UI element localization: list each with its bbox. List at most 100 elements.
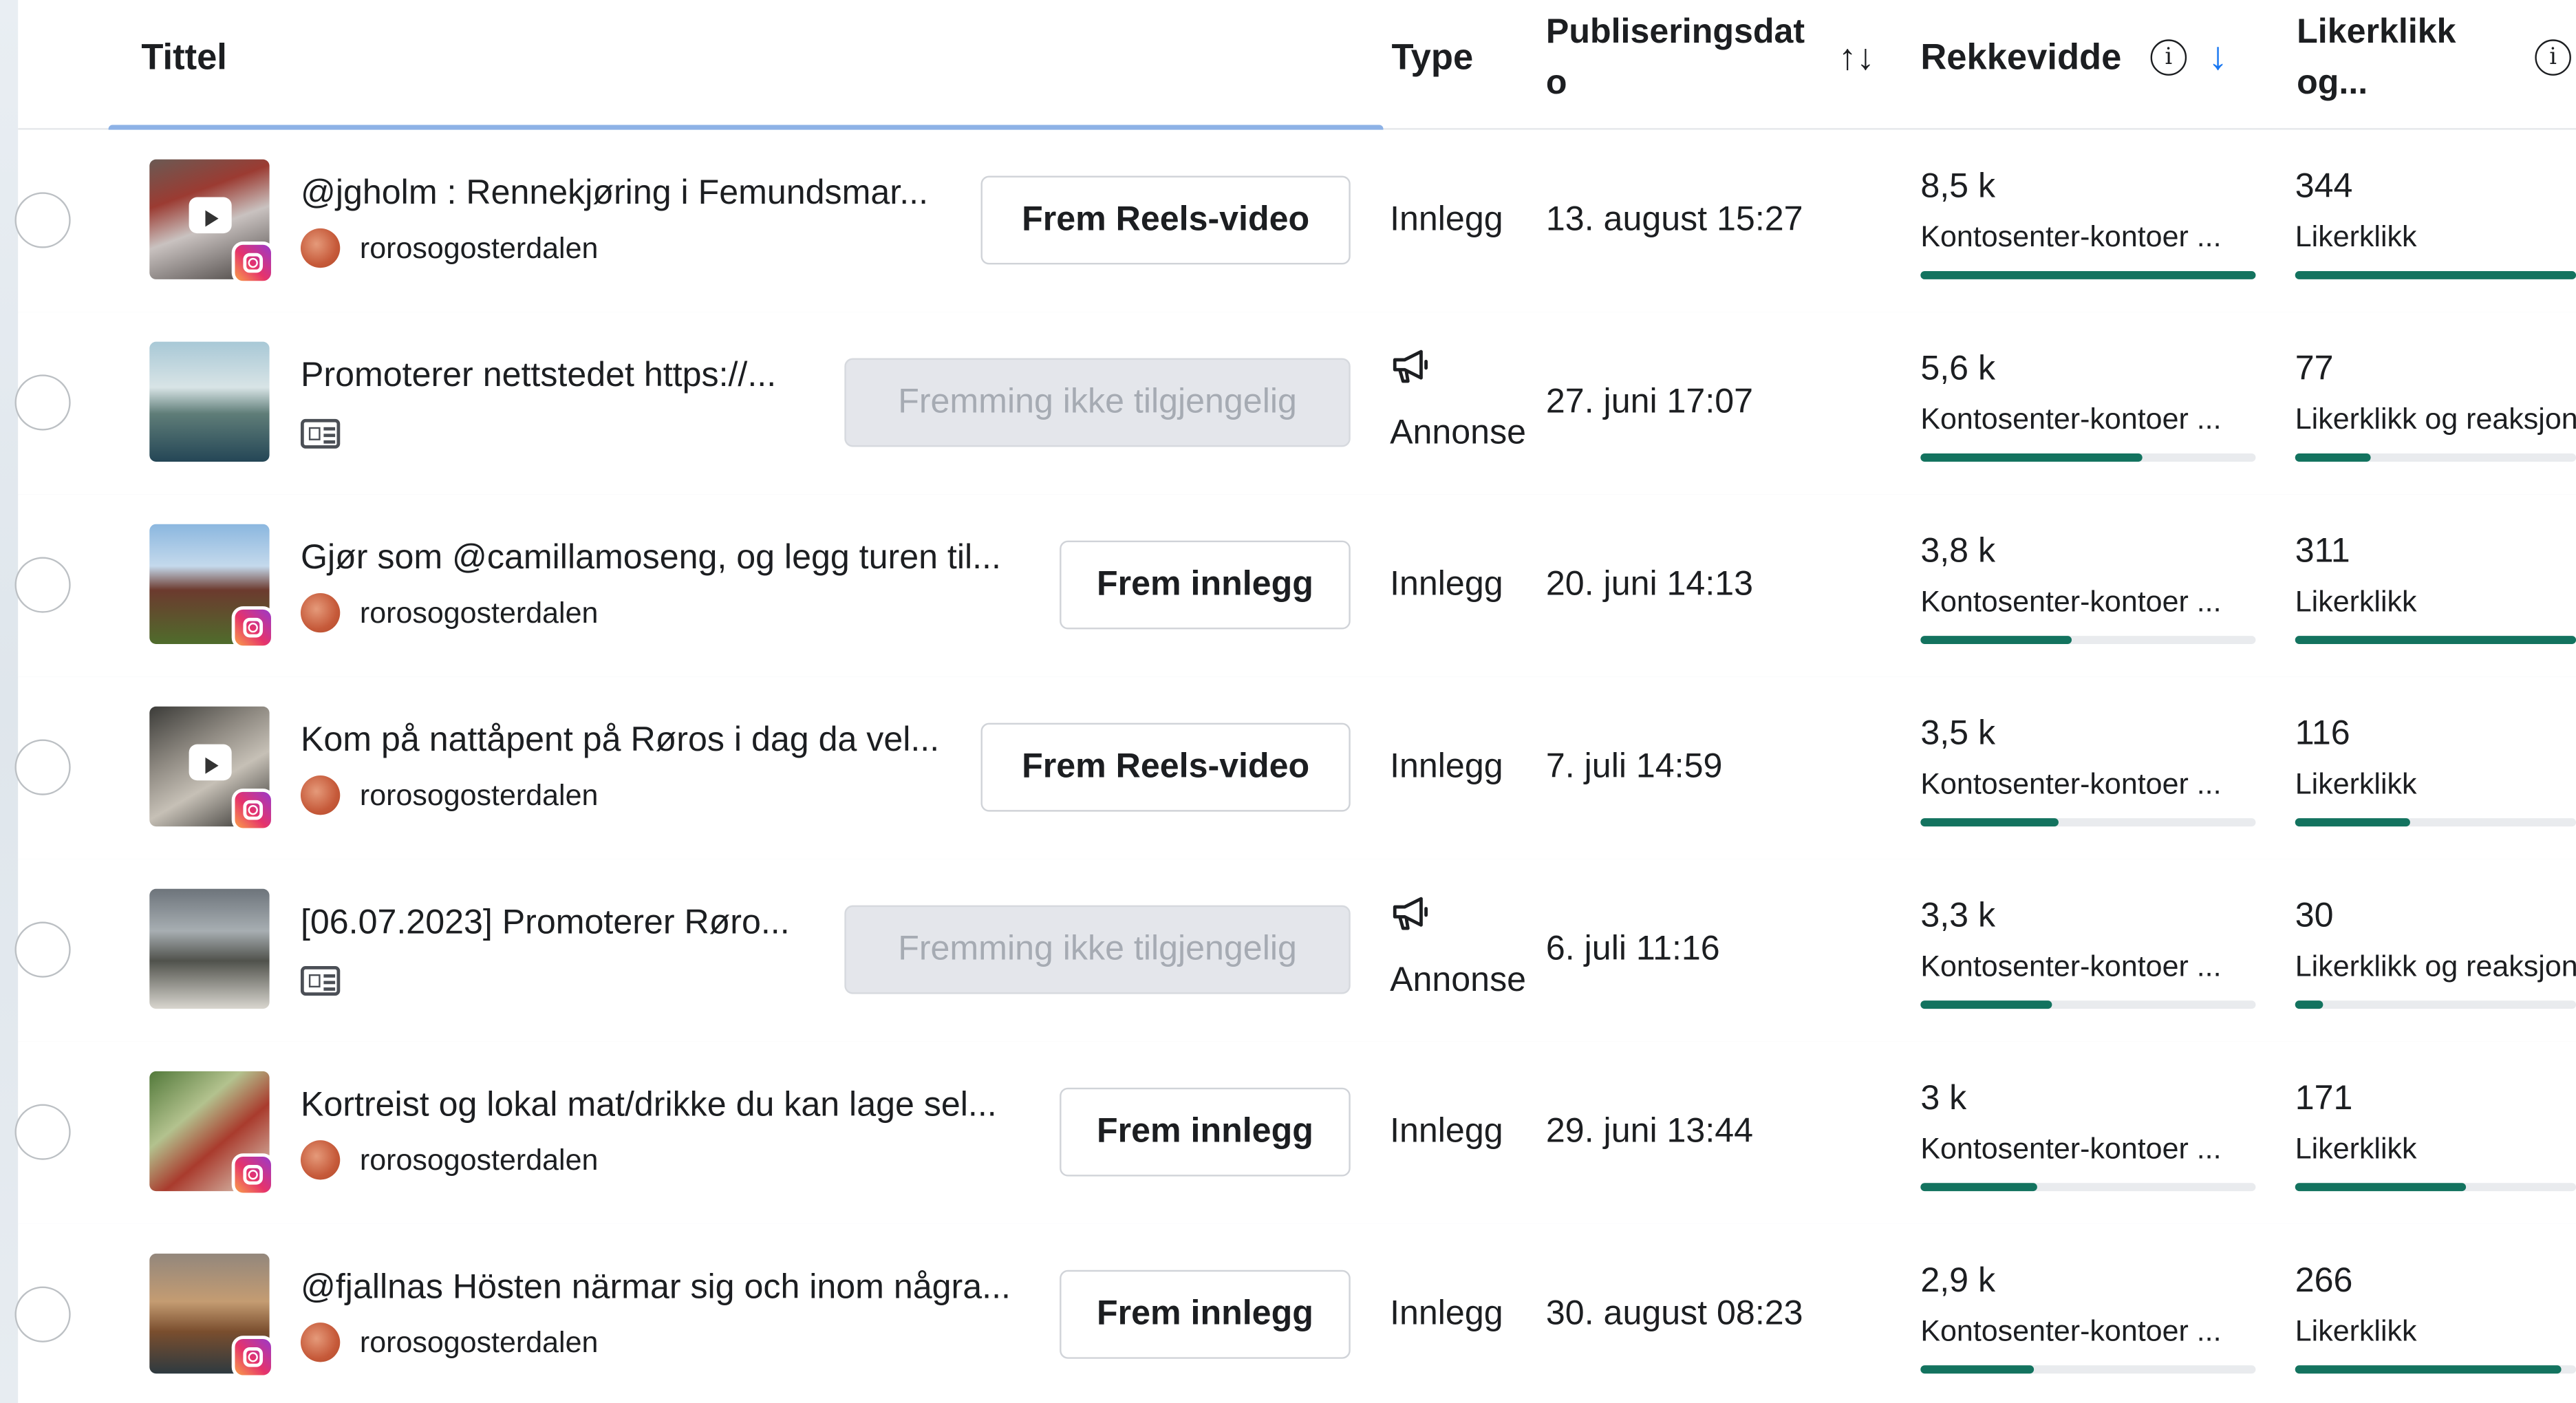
- ad-preview-icon: [300, 418, 341, 449]
- account-name: rorosogosterdalen: [359, 596, 599, 630]
- likes-bar-fill: [2295, 453, 2371, 462]
- header-date-line1[interactable]: Publiseringsdat: [1546, 8, 1805, 58]
- boost-button[interactable]: Frem innlegg: [1060, 1270, 1351, 1359]
- reach-subtitle: Kontosenter-kontoer ...: [1920, 1314, 2222, 1347]
- publish-date: 6. juli 11:16: [1545, 930, 1720, 968]
- reach-bar-fill: [1920, 818, 2059, 827]
- reach-bar-track: [1920, 1000, 2256, 1009]
- reach-subtitle: Kontosenter-kontoer ...: [1920, 1132, 2222, 1165]
- likes-subtitle: Likerklikk og reaksjoner: [2295, 403, 2576, 436]
- info-icon[interactable]: i: [2535, 39, 2571, 76]
- likes-bar-track: [2295, 1365, 2576, 1374]
- post-title[interactable]: Gjør som @camillamoseng, og legg turen t…: [301, 535, 1001, 581]
- instagram-icon: [231, 1336, 275, 1379]
- table-row[interactable]: Kom på nattåpent på Røros i dag da vel..…: [14, 676, 2576, 861]
- boost-button[interactable]: Frem Reels-video: [980, 175, 1351, 265]
- post-title[interactable]: Promoterer nettstedet https://...: [301, 353, 776, 399]
- row-select-radio[interactable]: [14, 374, 71, 431]
- reach-bar-fill: [1920, 636, 2072, 645]
- left-background-strip: [0, 0, 19, 1403]
- likes-bar-fill: [2295, 818, 2410, 827]
- row-select-radio[interactable]: [14, 921, 71, 978]
- account-name: rorosogosterdalen: [359, 1143, 599, 1177]
- boost-button[interactable]: Frem innlegg: [1060, 1087, 1351, 1177]
- account-avatar: [300, 592, 341, 633]
- header-type[interactable]: Type: [1391, 33, 1473, 83]
- reach-value: 3,8 k: [1920, 532, 1996, 570]
- row-select-radio[interactable]: [14, 192, 71, 248]
- likes-subtitle: Likerklikk: [2295, 219, 2417, 253]
- post-type: Innlegg: [1390, 1112, 1503, 1150]
- header-reach[interactable]: Rekkevidde: [1920, 33, 2121, 83]
- likes-bar-track: [2295, 818, 2576, 827]
- table-row[interactable]: Promoterer nettstedet https://... Fremmin…: [14, 312, 2576, 497]
- post-title[interactable]: @fjallnas Hösten närmar sig och inom någ…: [301, 1265, 1011, 1311]
- likes-bar-track: [2295, 1183, 2576, 1192]
- info-icon[interactable]: i: [2150, 39, 2187, 76]
- table-row[interactable]: Gjør som @camillamoseng, og legg turen t…: [14, 494, 2576, 679]
- row-select-radio[interactable]: [14, 1104, 71, 1160]
- instagram-icon: [231, 606, 275, 650]
- likes-bar-fill: [2295, 1183, 2467, 1192]
- reach-bar-fill: [1920, 1365, 2035, 1374]
- reach-bar-fill: [1920, 1000, 2052, 1009]
- likes-value: 311: [2295, 532, 2350, 570]
- likes-bar-track: [2295, 270, 2576, 279]
- boost-button[interactable]: Frem Reels-video: [980, 722, 1351, 812]
- boost-button: Fremming ikke tilgjengelig: [844, 905, 1351, 994]
- reach-bar-fill: [1920, 453, 2143, 462]
- post-type: Innlegg: [1390, 747, 1503, 786]
- post-type: Annonse: [1390, 961, 1527, 999]
- likes-subtitle: Likerklikk: [2295, 767, 2417, 800]
- row-select-radio[interactable]: [14, 1286, 71, 1342]
- reach-bar-track: [1920, 270, 2256, 279]
- reach-bar-track: [1920, 453, 2256, 462]
- post-thumbnail[interactable]: [149, 341, 270, 462]
- likes-subtitle: Likerklikk: [2295, 1314, 2417, 1347]
- header-likes-line1[interactable]: Likerklikk: [2297, 8, 2456, 58]
- likes-value: 77: [2295, 350, 2334, 388]
- reach-bar-track: [1920, 1365, 2256, 1374]
- post-title[interactable]: Kortreist og lokal mat/drikke du kan lag…: [301, 1083, 997, 1129]
- publish-date: 29. juni 13:44: [1545, 1112, 1754, 1150]
- reach-value: 8,5 k: [1920, 167, 1996, 206]
- megaphone-icon: [1393, 350, 1428, 383]
- sort-descending-icon[interactable]: ↓: [2208, 33, 2228, 83]
- reach-subtitle: Kontosenter-kontoer ...: [1920, 219, 2222, 253]
- table-row[interactable]: @fjallnas Hösten närmar sig och inom någ…: [14, 1223, 2576, 1403]
- reels-icon: [189, 197, 232, 234]
- reach-subtitle: Kontosenter-kontoer ...: [1920, 585, 2222, 618]
- table-row[interactable]: Kortreist og lokal mat/drikke du kan lag…: [14, 1041, 2576, 1226]
- table-row[interactable]: @jgholm : Rennekjøring i Femundsmar... ro…: [14, 129, 2576, 314]
- header-date-line2[interactable]: o: [1546, 59, 1567, 109]
- likes-bar-fill: [2295, 1000, 2323, 1009]
- publish-date: 7. juli 14:59: [1545, 747, 1723, 786]
- reach-bar-track: [1920, 636, 2256, 645]
- post-title[interactable]: @jgholm : Rennekjøring i Femundsmar...: [301, 171, 928, 217]
- post-type: Innlegg: [1390, 1294, 1503, 1333]
- likes-value: 171: [2295, 1079, 2353, 1117]
- post-title[interactable]: [06.07.2023] Promoterer Røro...: [301, 901, 790, 947]
- reach-value: 3 k: [1920, 1079, 1967, 1117]
- account-avatar: [300, 1322, 341, 1362]
- header-likes-line2[interactable]: og...: [2297, 59, 2368, 109]
- likes-bar-track: [2295, 636, 2576, 645]
- reach-value: 5,6 k: [1920, 350, 1996, 388]
- row-select-radio[interactable]: [14, 739, 71, 795]
- row-select-radio[interactable]: [14, 557, 71, 613]
- post-thumbnail[interactable]: [149, 888, 270, 1009]
- likes-bar-track: [2295, 453, 2576, 462]
- reels-icon: [189, 744, 232, 781]
- account-name: rorosogosterdalen: [359, 231, 599, 265]
- publish-date: 27. juni 17:07: [1545, 383, 1754, 421]
- table-row[interactable]: [06.07.2023] Promoterer Røro... Fremming …: [14, 859, 2576, 1044]
- likes-value: 30: [2295, 897, 2334, 935]
- sort-arrows-icon[interactable]: ↑↓: [1838, 33, 1875, 83]
- likes-value: 344: [2295, 167, 2353, 206]
- post-type: Innlegg: [1390, 200, 1503, 239]
- post-type: Annonse: [1390, 414, 1527, 452]
- post-title[interactable]: Kom på nattåpent på Røros i dag da vel..…: [301, 718, 939, 764]
- header-title[interactable]: Tittel: [141, 33, 227, 83]
- reach-value: 3,3 k: [1920, 897, 1996, 935]
- boost-button[interactable]: Frem innlegg: [1060, 540, 1351, 630]
